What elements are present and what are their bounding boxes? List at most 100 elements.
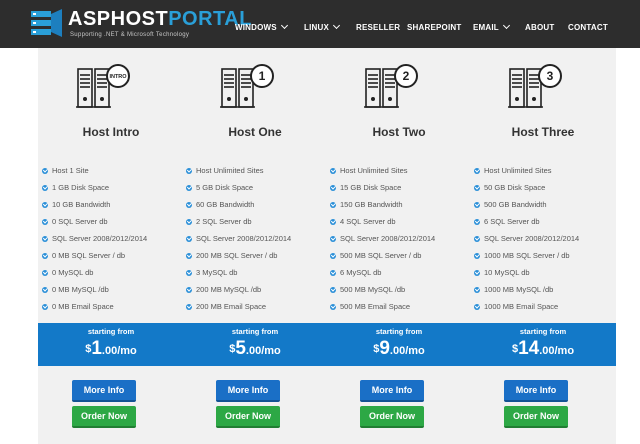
feature-item: 1000 MB Email Space <box>474 298 614 315</box>
check-circle-icon <box>186 218 192 225</box>
check-circle-icon <box>330 303 336 310</box>
nav-item-contact[interactable]: CONTACT <box>568 23 608 32</box>
nav-item-windows[interactable]: WINDOWS <box>235 21 288 32</box>
feature-item: 6 MySQL db <box>330 264 470 281</box>
feature-list: Host Unlimited Sites 15 GB Disk Space 150 … <box>330 162 470 315</box>
feature-item: 15 GB Disk Space <box>330 179 470 196</box>
feature-text: 500 GB Bandwidth <box>484 200 547 209</box>
check-circle-icon <box>474 286 480 293</box>
feature-text: 150 GB Bandwidth <box>340 200 403 209</box>
feature-item: 200 MB SQL Server / db <box>186 247 326 264</box>
check-circle-icon <box>186 201 192 208</box>
feature-item: 150 GB Bandwidth <box>330 196 470 213</box>
order-now-button[interactable]: Order Now <box>216 406 280 428</box>
order-now-button[interactable]: Order Now <box>72 406 136 428</box>
feature-item: 200 MB MySQL /db <box>186 281 326 298</box>
feature-text: 3 MySQL db <box>196 268 238 277</box>
feature-text: 1000 MB MySQL /db <box>484 285 554 294</box>
feature-text: 500 MB MySQL /db <box>340 285 406 294</box>
feature-text: SQL Server 2008/2012/2014 <box>196 234 292 243</box>
feature-text: 15 GB Disk Space <box>340 183 402 192</box>
nav-item-email[interactable]: EMAIL <box>473 21 510 32</box>
price-panel: starting from $14.00/mo <box>470 323 616 366</box>
plan-card-host-three: 3 Host Three Host Unlimited Sites 50 GB D… <box>470 48 616 444</box>
nav-label: LINUX <box>304 23 329 32</box>
feature-item: SQL Server 2008/2012/2014 <box>330 230 470 247</box>
chevron-down-icon <box>280 21 288 30</box>
nav-item-about[interactable]: ABOUT <box>525 23 554 32</box>
feature-text: SQL Server 2008/2012/2014 <box>340 234 436 243</box>
check-circle-icon <box>330 184 336 191</box>
check-circle-icon <box>474 218 480 225</box>
feature-item: 5 GB Disk Space <box>186 179 326 196</box>
price-integer: 1 <box>91 338 102 359</box>
starting-from-label: starting from <box>87 327 135 336</box>
feature-item: 60 GB Bandwidth <box>186 196 326 213</box>
plan-title: Host Intro <box>82 125 140 139</box>
feature-text: 0 MB MySQL /db <box>52 285 109 294</box>
check-circle-icon <box>330 235 336 242</box>
plan-title: Host Three <box>511 125 575 139</box>
feature-item: SQL Server 2008/2012/2014 <box>474 230 614 247</box>
price-cents-period: .00/mo <box>539 345 575 357</box>
starting-from-label: starting from <box>519 327 567 336</box>
more-info-button[interactable]: More Info <box>72 380 136 402</box>
plan-price: $1.00/mo <box>38 338 184 360</box>
check-circle-icon <box>330 167 336 174</box>
feature-item: 1000 MB MySQL /db <box>474 281 614 298</box>
feature-item: 500 MB SQL Server / db <box>330 247 470 264</box>
feature-item: 10 GB Bandwidth <box>42 196 182 213</box>
brand-name: ASPHOSTPORTAL <box>68 8 252 31</box>
nav-item-sharepoint[interactable]: SHAREPOINT <box>407 23 461 32</box>
feature-text: 5 GB Disk Space <box>196 183 254 192</box>
more-info-button[interactable]: More Info <box>216 380 280 402</box>
feature-item: Host Unlimited Sites <box>474 162 614 179</box>
more-info-button[interactable]: More Info <box>360 380 424 402</box>
feature-item: 0 MB SQL Server / db <box>42 247 182 264</box>
feature-item: 6 SQL Server db <box>474 213 614 230</box>
plan-price: $5.00/mo <box>182 338 328 360</box>
feature-item: Host Unlimited Sites <box>186 162 326 179</box>
feature-item: 0 MB Email Space <box>42 298 182 315</box>
plan-price: $14.00/mo <box>470 338 616 360</box>
check-circle-icon <box>186 269 192 276</box>
plan-title: Host One <box>228 125 282 139</box>
check-circle-icon <box>330 252 336 259</box>
check-circle-icon <box>42 303 48 310</box>
check-circle-icon <box>42 252 48 259</box>
feature-text: 0 MySQL db <box>52 268 94 277</box>
plan-price: $9.00/mo <box>326 338 472 360</box>
feature-text: 0 MB Email Space <box>52 302 114 311</box>
feature-item: 500 GB Bandwidth <box>474 196 614 213</box>
feature-item: 3 MySQL db <box>186 264 326 281</box>
server-badge-icon: 1 <box>220 64 274 108</box>
feature-text: 10 GB Bandwidth <box>52 200 111 209</box>
top-nav-bar: ASPHOSTPORTAL Supporting .NET & Microsof… <box>0 0 640 48</box>
brand-logo[interactable]: ASPHOSTPORTAL Supporting .NET & Microsof… <box>30 6 251 42</box>
feature-item: 2 SQL Server db <box>186 213 326 230</box>
check-circle-icon <box>186 184 192 191</box>
more-info-button[interactable]: More Info <box>504 380 568 402</box>
server-badge-icon: 2 <box>364 64 418 108</box>
check-circle-icon <box>42 201 48 208</box>
check-circle-icon <box>474 252 480 259</box>
price-panel: starting from $9.00/mo <box>326 323 472 366</box>
price-panel: starting from $1.00/mo <box>38 323 184 366</box>
nav-item-linux[interactable]: LINUX <box>304 21 341 32</box>
order-now-button[interactable]: Order Now <box>360 406 424 428</box>
feature-item: 500 MB MySQL /db <box>330 281 470 298</box>
price-integer: 9 <box>379 338 390 359</box>
feature-item: Host Unlimited Sites <box>330 162 470 179</box>
plan-card-host-one: 1 Host One Host Unlimited Sites 5 GB Disk… <box>182 48 328 444</box>
order-now-button[interactable]: Order Now <box>504 406 568 428</box>
feature-text: 4 SQL Server db <box>340 217 396 226</box>
price-integer: 14 <box>518 338 540 359</box>
plan-badge-text: 3 <box>547 69 554 83</box>
nav-label: RESELLER <box>356 23 401 32</box>
feature-item: 4 SQL Server db <box>330 213 470 230</box>
check-circle-icon <box>330 269 336 276</box>
feature-item: 0 MySQL db <box>42 264 182 281</box>
nav-item-reseller[interactable]: RESELLER <box>356 23 400 32</box>
chevron-down-icon <box>502 21 510 30</box>
feature-text: Host 1 Site <box>52 166 89 175</box>
